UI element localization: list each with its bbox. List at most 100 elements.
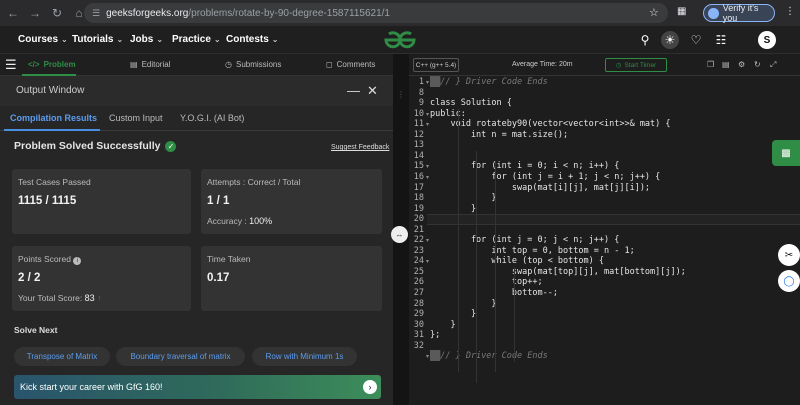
user-avatar[interactable]: S [758,31,776,49]
points-label: Points Scored i [18,254,82,265]
verify-button[interactable]: Verify it's you [703,3,775,23]
attempts-card: Attempts : Correct / Total 1 / 1 Accurac… [201,169,382,234]
browser-menu-icon[interactable]: ⋮ [785,6,795,17]
solve-next-chip[interactable]: Boundary traversal of matrix [116,347,245,366]
code-line[interactable]: bottom--; [430,288,558,298]
fold-arrow-icon[interactable]: ▾ [426,163,429,170]
code-line[interactable]: } [430,193,496,203]
site-info-icon[interactable]: ☰ [92,8,100,19]
copy-icon[interactable]: ❐ [707,60,714,69]
code-comment-line[interactable]: ██// } Driver Code Ends [430,351,548,362]
code-line[interactable]: while (top < bottom) { [430,256,604,266]
code-area[interactable]: 1 ▾ ██// } Driver Code Ends 8 9 class Solutio… [409,76,800,405]
fold-arrow-icon[interactable]: ▾ [426,353,429,360]
scissors-icon[interactable]: ✂ [778,244,800,266]
address-bar[interactable]: ☰ geeksforgeeks.org /problems/rotate-by-… [84,3,668,23]
code-line[interactable]: for (int j = i + 1; j < n; j++) { [430,172,660,182]
search-icon[interactable]: ⚲ [636,31,654,49]
code-line[interactable]: public: [430,109,466,119]
fullscreen-icon[interactable]: ⤢ [770,60,776,70]
solve-next-chip[interactable]: Transpose of Matrix [14,347,110,366]
extensions-icon[interactable]: ▦ [677,6,686,17]
code-comment-line[interactable]: ██// } Driver Code Ends [430,77,548,87]
tab-editorial[interactable]: ▤ Editorial [130,60,170,69]
code-line[interactable]: top++; [430,277,543,287]
tab-yogi-ai-bot[interactable]: Y.O.G.I. (AI Bot) [180,113,244,123]
output-window-title: Output Window [16,85,85,96]
code-line[interactable]: void rotateby90(vector<vector<int>>& mat… [430,119,670,129]
check-circle-icon: ✓ [165,140,177,152]
suggest-feedback-link[interactable]: Suggest Feedback [331,144,389,151]
back-icon[interactable]: ← [4,4,22,22]
line-number: 23 [413,245,424,256]
line-number: 11 [413,119,424,130]
fold-arrow-icon[interactable]: ▾ [426,258,429,265]
chevron-down-icon: ⌄ [116,35,124,44]
tab-custom-input[interactable]: Custom Input [109,113,163,123]
fold-arrow-icon[interactable]: ▾ [426,121,429,128]
promo-banner[interactable]: Kick start your career with GfG 160! › [14,375,381,399]
tab-comments[interactable]: ◻ Comments [326,60,375,69]
forward-icon[interactable]: → [26,4,44,22]
url-host: geeksforgeeks.org [106,7,189,19]
fold-arrow-icon[interactable]: ▾ [426,237,429,244]
chevron-down-icon: ⌄ [61,35,68,44]
line-number: 26 [413,277,424,288]
code-line[interactable]: swap(mat[i][j], mat[j][i]); [430,183,650,193]
bookmark-star-icon[interactable]: ☆ [649,6,659,19]
minimize-icon[interactable]: — [347,83,360,98]
menu-jobs[interactable]: Jobs ⌄ [130,34,163,45]
info-icon: i [73,257,82,265]
time-card: Time Taken 0.17 [201,246,382,311]
resize-handle-icon[interactable]: ↔ [391,226,408,243]
chat-icon[interactable]: ▩ [772,140,800,166]
code-line[interactable]: int top = 0, bottom = n - 1; [430,246,634,256]
code-line[interactable]: class Solution { [430,98,512,108]
line-number: 14 [413,150,424,161]
line-number: 10 [413,108,424,119]
fold-arrow-icon[interactable]: ▾ [426,79,429,86]
total-score: Your Total Score: 83 ↑ [18,293,102,303]
code-line[interactable]: } [430,204,476,214]
start-timer-button[interactable]: ◷ Start Timer [605,58,667,72]
points-value: 2 / 2 [18,272,41,284]
notification-bell-icon[interactable]: ♡ [687,31,705,49]
fold-arrow-icon[interactable]: ▾ [426,111,429,118]
gfg-logo-icon[interactable] [383,29,417,51]
tab-compilation-results[interactable]: Compilation Results [10,113,97,123]
output-window-header: Output Window — ✕ [0,76,393,106]
solve-next-chip[interactable]: Row with Minimum 1s [252,347,357,366]
line-number: 21 [413,224,424,235]
code-line[interactable]: swap(mat[top][j], mat[bottom][j]); [430,267,686,277]
menu-courses[interactable]: Courses ⌄ [18,34,68,45]
code-line[interactable]: int n = mat.size(); [430,130,568,140]
problem-panel: ☰ </> Problem ▤ Editorial ◷ Submissions ◻ Co… [0,54,393,405]
assistant-icon[interactable]: ◯ [778,270,800,292]
menu-practice[interactable]: Practice ⌄ [172,34,221,45]
code-line[interactable]: } [430,320,455,330]
menu-contests[interactable]: Contests ⌄ [226,34,279,45]
settings-icon[interactable]: ⚙ [738,60,745,69]
document-icon: ▤ [130,60,138,69]
theme-toggle-icon[interactable]: ☀ [661,31,679,49]
code-line[interactable]: } [430,299,496,309]
tab-problem[interactable]: </> Problem [28,60,76,69]
arrow-right-icon[interactable]: › [363,380,377,394]
reset-icon[interactable]: ↻ [754,60,761,69]
reload-icon[interactable]: ↻ [48,4,66,22]
code-line[interactable]: } [430,309,476,319]
tab-submissions[interactable]: ◷ Submissions [225,60,281,69]
clock-icon: ◷ [225,60,232,69]
line-number: 17 [413,182,424,193]
chevron-down-icon: ⌄ [213,35,221,44]
hamburger-menu-icon[interactable]: ☰ [5,57,17,73]
menu-tutorials[interactable]: Tutorials ⌄ [72,34,123,45]
fold-arrow-icon[interactable]: ▾ [426,174,429,181]
editor-toolbar: C++ (g++ 5.4) Average Time: 20m ◷ Start T… [409,54,800,76]
code-line[interactable]: }; [430,330,440,340]
code-snippet-icon[interactable]: ▤ [722,60,730,69]
status-heading: Problem Solved Successfully ✓ [14,140,177,152]
translate-icon[interactable]: ☷ [712,31,730,49]
close-icon[interactable]: ✕ [367,83,378,99]
language-select[interactable]: C++ (g++ 5.4) [413,58,459,72]
